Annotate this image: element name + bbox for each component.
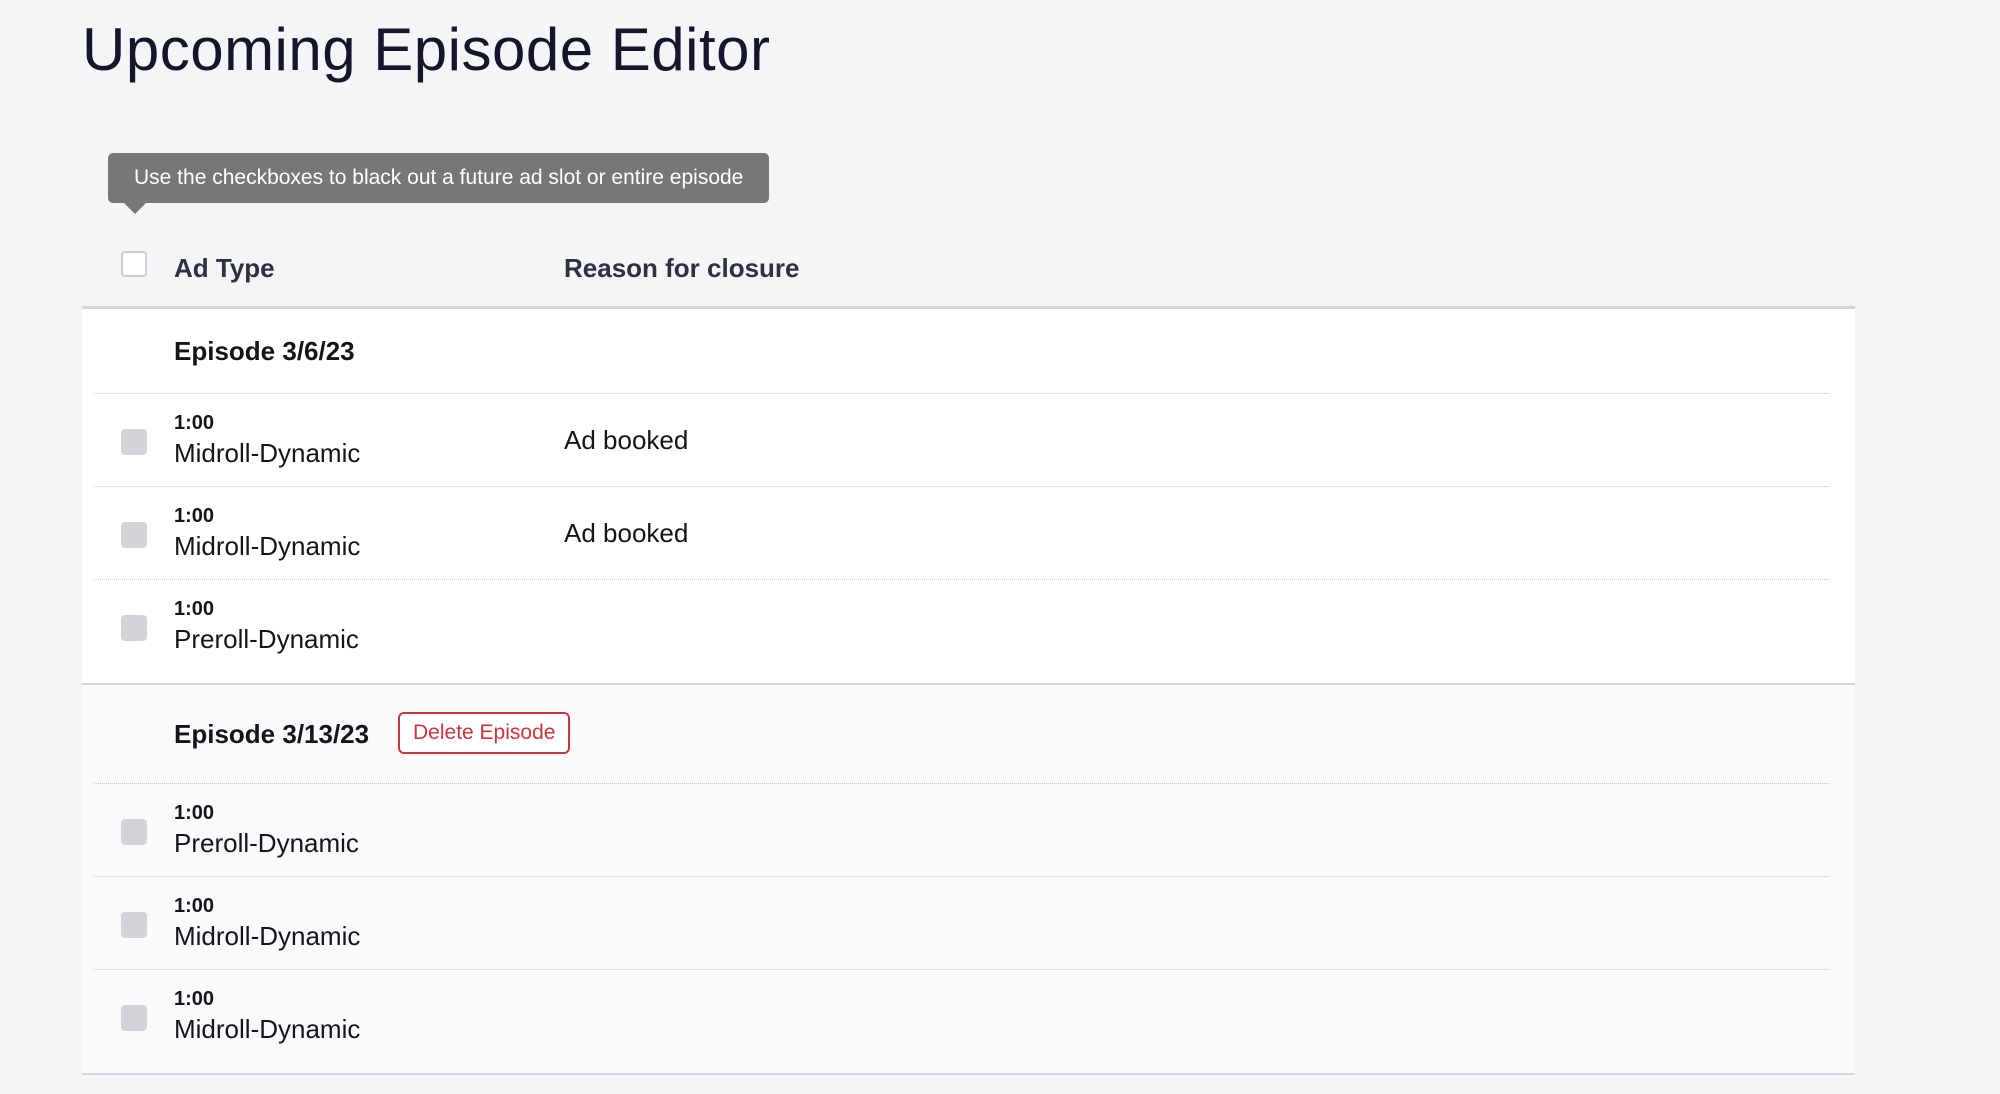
slot-duration: 1:00 — [174, 988, 215, 1010]
slot-checkbox[interactable] — [121, 1005, 147, 1031]
slot-duration: 1:00 — [174, 802, 215, 824]
help-tooltip: Use the checkboxes to black out a future… — [108, 153, 770, 214]
ad-slot-row: 1:00 Midroll-Dynamic Ad booked — [94, 394, 1829, 487]
page: Upcoming Episode Editor Use the checkbox… — [0, 0, 2000, 1094]
slot-duration: 1:00 — [174, 895, 215, 917]
slot-duration: 1:00 — [174, 412, 215, 434]
slot-duration: 1:00 — [174, 505, 215, 527]
select-all-checkbox[interactable] — [121, 251, 147, 277]
slot-checkbox[interactable] — [121, 522, 147, 548]
table-header: Ad Type Reason for closure — [82, 230, 1855, 309]
episode-group: Episode 3/13/23 Delete Episode 1:00 Prer… — [82, 685, 1855, 1075]
delete-episode-button[interactable]: Delete Episode — [398, 712, 571, 754]
ad-slot-row: 1:00 Midroll-Dynamic Ad booked — [94, 487, 1829, 580]
slot-checkbox[interactable] — [121, 615, 147, 641]
slot-type: Midroll-Dynamic — [174, 921, 361, 951]
slot-type: Midroll-Dynamic — [174, 438, 361, 468]
episode-header: Episode 3/6/23 — [94, 309, 1829, 394]
column-header-reason: Reason for closure — [564, 253, 800, 283]
slot-type: Midroll-Dynamic — [174, 531, 361, 561]
episode-title: Episode 3/6/23 — [174, 336, 355, 366]
slot-type: Midroll-Dynamic — [174, 1014, 361, 1044]
episode-title: Episode 3/13/23 — [174, 719, 370, 749]
slot-type: Preroll-Dynamic — [174, 624, 359, 654]
ad-slot-row: 1:00 Midroll-Dynamic — [94, 877, 1829, 970]
slot-checkbox[interactable] — [121, 912, 147, 938]
page-title: Upcoming Episode Editor — [82, 16, 771, 83]
episode-header: Episode 3/13/23 Delete Episode — [94, 685, 1829, 784]
slot-reason: Ad booked — [564, 425, 689, 455]
slot-duration: 1:00 — [174, 598, 215, 620]
column-header-ad-type: Ad Type — [174, 253, 275, 283]
ad-slot-row: 1:00 Midroll-Dynamic — [94, 970, 1829, 1073]
slot-checkbox[interactable] — [121, 429, 147, 455]
slot-reason: Ad booked — [564, 518, 689, 548]
ad-slot-row: 1:00 Preroll-Dynamic — [94, 580, 1829, 683]
ad-slot-row: 1:00 Preroll-Dynamic — [94, 784, 1829, 877]
ad-slots-table: Ad Type Reason for closure Episode 3/6/2… — [82, 230, 1855, 1075]
slot-checkbox[interactable] — [121, 819, 147, 845]
slot-type: Preroll-Dynamic — [174, 828, 359, 858]
episode-group: Episode 3/6/23 1:00 Midroll-Dynamic Ad b… — [82, 309, 1855, 685]
